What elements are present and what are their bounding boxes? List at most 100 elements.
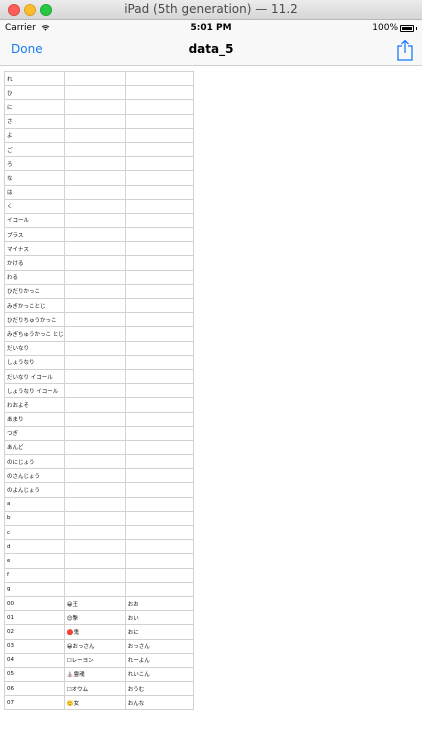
table-cell[interactable]: イコール [4, 212, 65, 229]
table-cell[interactable]: 05 [4, 666, 65, 683]
table-cell[interactable]: く [4, 198, 65, 214]
table-cell[interactable]: あんど [4, 439, 65, 456]
table-cell[interactable] [63, 454, 126, 470]
table-cell[interactable] [63, 326, 126, 342]
table-cell[interactable] [124, 425, 194, 441]
table-cell[interactable]: ひだりかっこ [4, 283, 65, 300]
table-cell[interactable] [63, 297, 126, 314]
table-cell[interactable]: おに [124, 624, 194, 640]
table-cell[interactable]: ⛪霊魂 [63, 666, 126, 683]
table-cell[interactable] [124, 326, 194, 342]
table-cell[interactable]: しょうなり [4, 354, 65, 370]
table-cell[interactable] [124, 283, 194, 300]
table-cell[interactable]: 04 [4, 652, 65, 668]
table-cell[interactable] [124, 70, 194, 87]
table-cell[interactable]: 06 [4, 681, 65, 697]
table-cell[interactable]: ひだりちゅうかっこ [4, 312, 65, 328]
table-cell[interactable] [63, 482, 126, 498]
table-cell[interactable] [63, 212, 126, 229]
table-cell[interactable] [63, 354, 126, 370]
table-cell[interactable]: のさんじょう [4, 468, 65, 484]
table-cell[interactable]: おんな [124, 695, 194, 711]
table-cell[interactable] [124, 212, 194, 229]
table-cell[interactable]: 😀王 [63, 595, 126, 612]
table-cell[interactable]: プラス [4, 227, 65, 243]
table-cell[interactable] [124, 397, 194, 413]
table-cell[interactable]: さ [4, 113, 65, 129]
table-cell[interactable] [124, 170, 194, 186]
share-icon[interactable] [396, 39, 414, 61]
table-cell[interactable]: おお [124, 595, 194, 612]
table-cell[interactable]: わおよそ [4, 397, 65, 413]
table-cell[interactable]: あまり [4, 411, 65, 427]
table-cell[interactable] [63, 368, 126, 385]
table-cell[interactable] [63, 553, 126, 569]
table-cell[interactable] [63, 227, 126, 243]
table-cell[interactable] [124, 496, 194, 512]
table-cell[interactable] [124, 156, 194, 172]
table-cell[interactable]: 02 [4, 624, 65, 640]
table-cell[interactable]: のよんじょう [4, 482, 65, 498]
table-cell[interactable] [124, 99, 194, 115]
table-cell[interactable] [124, 539, 194, 555]
table-cell[interactable] [63, 283, 126, 300]
table-cell[interactable]: a [4, 496, 65, 512]
table-cell[interactable]: マイナス [4, 241, 65, 257]
table-cell[interactable]: れ [4, 70, 65, 87]
table-cell[interactable]: c [4, 524, 65, 541]
table-cell[interactable]: ☐レーヨン [63, 652, 126, 668]
table-cell[interactable] [63, 411, 126, 427]
table-cell[interactable] [124, 439, 194, 456]
table-cell[interactable] [124, 141, 194, 158]
table-cell[interactable]: 🙂女 [63, 695, 126, 711]
table-cell[interactable] [124, 127, 194, 143]
table-cell[interactable]: のにじょう [4, 454, 65, 470]
table-cell[interactable] [124, 468, 194, 484]
table-cell[interactable] [124, 113, 194, 129]
table-cell[interactable] [124, 553, 194, 569]
table-cell[interactable] [63, 496, 126, 512]
table-cell[interactable] [63, 539, 126, 555]
table-cell[interactable] [124, 340, 194, 356]
table-cell[interactable] [124, 482, 194, 498]
table-cell[interactable] [63, 468, 126, 484]
table-cell[interactable]: れーよん [124, 652, 194, 668]
table-cell[interactable] [63, 524, 126, 541]
table-cell[interactable]: おうむ [124, 681, 194, 697]
table-cell[interactable]: みぎかっことじ [4, 297, 65, 314]
table-cell[interactable] [124, 383, 194, 399]
table-cell[interactable] [124, 510, 194, 527]
table-cell[interactable] [124, 567, 194, 583]
table-cell[interactable]: ろ [4, 156, 65, 172]
table-cell[interactable]: 🔴鬼 [63, 624, 126, 640]
table-cell[interactable] [124, 269, 194, 285]
table-cell[interactable] [63, 383, 126, 399]
table-cell[interactable] [124, 255, 194, 271]
table-cell[interactable] [63, 113, 126, 129]
table-cell[interactable]: に [4, 99, 65, 115]
table-cell[interactable]: よ [4, 127, 65, 143]
table-cell[interactable]: みぎちゅうかっこ とじ [4, 326, 65, 342]
table-cell[interactable] [63, 439, 126, 456]
table-cell[interactable]: ☐オウム [63, 681, 126, 697]
table-cell[interactable] [63, 70, 126, 87]
table-cell[interactable]: b [4, 510, 65, 527]
table-cell[interactable]: g [4, 581, 65, 597]
table-cell[interactable] [63, 425, 126, 441]
table-cell[interactable] [124, 354, 194, 370]
table-cell[interactable] [63, 397, 126, 413]
table-cell[interactable] [124, 411, 194, 427]
table-cell[interactable]: 01 [4, 610, 65, 626]
table-cell[interactable] [63, 567, 126, 583]
table-cell[interactable] [63, 156, 126, 172]
table-cell[interactable]: ひ [4, 85, 65, 101]
table-cell[interactable] [63, 170, 126, 186]
table-cell[interactable] [63, 581, 126, 597]
table-cell[interactable] [63, 312, 126, 328]
table-cell[interactable] [63, 99, 126, 115]
table-cell[interactable]: しょうなり イコール [4, 383, 65, 399]
table-cell[interactable]: れいこん [124, 666, 194, 683]
table-cell[interactable]: 07 [4, 695, 65, 711]
table-cell[interactable]: おい [124, 610, 194, 626]
table-cell[interactable]: ご [4, 141, 65, 158]
